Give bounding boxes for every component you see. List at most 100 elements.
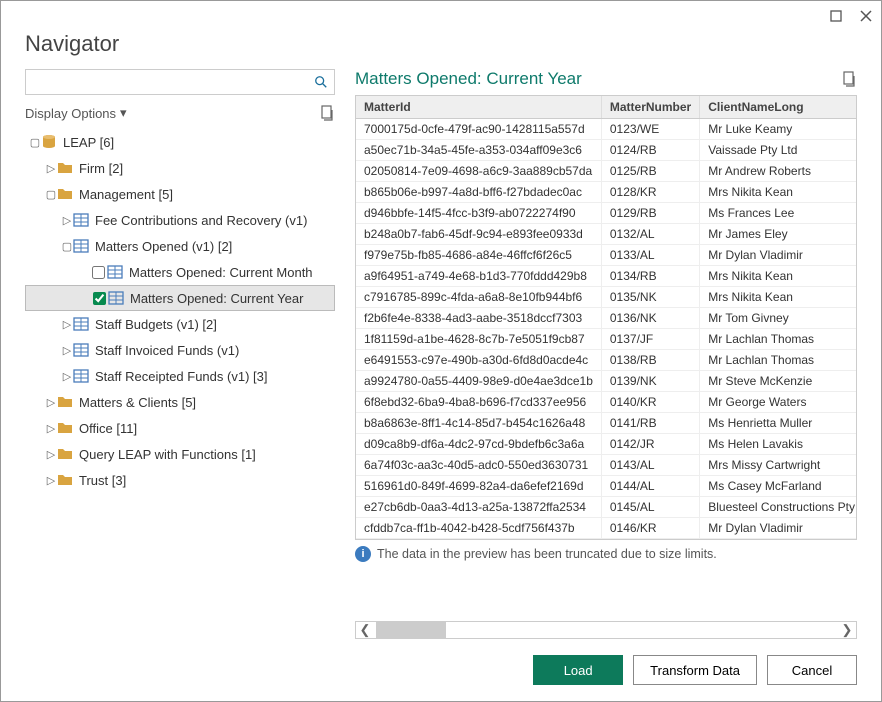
- chevron-right-icon[interactable]: ▷: [45, 396, 57, 409]
- tree-node-staff-receipted[interactable]: ▷ Staff Receipted Funds (v1) [3]: [25, 363, 335, 389]
- tree-node-trust[interactable]: ▷ Trust [3]: [25, 467, 335, 493]
- chevron-right-icon[interactable]: ▷: [61, 344, 73, 357]
- close-icon[interactable]: [859, 9, 873, 23]
- table-row[interactable]: d09ca8b9-df6a-4dc2-97cd-9bdefb6c3a6a0142…: [356, 434, 857, 455]
- preview-table[interactable]: MatterIdMatterNumberClientNameLong 70001…: [356, 96, 857, 539]
- table-cell: d946bbfe-14f5-4fcc-b3f9-ab0722274f90: [356, 203, 601, 224]
- tree-label: Matters Opened: Current Month: [129, 265, 313, 280]
- table-row[interactable]: e6491553-c97e-490b-a30d-6fd8d0acde4c0138…: [356, 350, 857, 371]
- table-cell: Mr George Waters: [700, 392, 857, 413]
- table-row[interactable]: f979e75b-fb85-4686-a84e-46ffcf6f26c50133…: [356, 245, 857, 266]
- navigator-tree[interactable]: ▢ LEAP [6] ▷ Firm [2] ▢ Management [5]: [25, 129, 335, 639]
- refresh-icon[interactable]: [319, 105, 335, 121]
- tree-node-mo-current-month[interactable]: Matters Opened: Current Month: [25, 259, 335, 285]
- table-cell: 02050814-7e09-4698-a6c9-3aa889cb57da: [356, 161, 601, 182]
- search-icon[interactable]: [314, 75, 328, 89]
- search-input-wrapper[interactable]: [25, 69, 335, 95]
- table-row[interactable]: e27cb6db-0aa3-4d13-a25a-13872ffa25340145…: [356, 497, 857, 518]
- table-row[interactable]: a50ec71b-34a5-45fe-a353-034aff09e3c60124…: [356, 140, 857, 161]
- chevron-down-icon[interactable]: ▢: [29, 136, 41, 149]
- table-cell: 0138/RB: [601, 350, 699, 371]
- column-header[interactable]: ClientNameLong: [700, 96, 857, 119]
- scrollbar-thumb[interactable]: [376, 622, 446, 638]
- table-row[interactable]: 6a74f03c-aa3c-40d5-adc0-550ed36307310143…: [356, 455, 857, 476]
- table-cell: 0134/RB: [601, 266, 699, 287]
- cancel-button[interactable]: Cancel: [767, 655, 857, 685]
- column-header[interactable]: MatterNumber: [601, 96, 699, 119]
- table-row[interactable]: b248a0b7-fab6-45df-9c94-e893fee0933d0132…: [356, 224, 857, 245]
- tree-node-fee-contributions[interactable]: ▷ Fee Contributions and Recovery (v1): [25, 207, 335, 233]
- table-cell: 1f81159d-a1be-4628-8c7b-7e5051f9cb87: [356, 329, 601, 350]
- load-button[interactable]: Load: [533, 655, 623, 685]
- chevron-right-icon[interactable]: ▷: [45, 474, 57, 487]
- table-row[interactable]: 516961d0-849f-4699-82a4-da6efef2169d0144…: [356, 476, 857, 497]
- chevron-down-icon[interactable]: ▢: [45, 188, 57, 201]
- search-input[interactable]: [32, 74, 314, 91]
- scroll-right-icon[interactable]: ❯: [838, 622, 856, 638]
- info-icon: i: [355, 546, 371, 562]
- table-row[interactable]: c7916785-899c-4fda-a6a8-8e10fb944bf60135…: [356, 287, 857, 308]
- table-cell: 0139/NK: [601, 371, 699, 392]
- preview-options-icon[interactable]: [841, 71, 857, 87]
- tree-node-staff-invoiced[interactable]: ▷ Staff Invoiced Funds (v1): [25, 337, 335, 363]
- tree-node-office[interactable]: ▷ Office [11]: [25, 415, 335, 441]
- folder-icon: [57, 472, 73, 488]
- table-row[interactable]: 02050814-7e09-4698-a6c9-3aa889cb57da0125…: [356, 161, 857, 182]
- tree-node-query-leap[interactable]: ▷ Query LEAP with Functions [1]: [25, 441, 335, 467]
- tree-node-mo-current-year[interactable]: Matters Opened: Current Year: [25, 285, 335, 311]
- tree-node-staff-budgets[interactable]: ▷ Staff Budgets (v1) [2]: [25, 311, 335, 337]
- display-options-dropdown[interactable]: Display Options ▾: [25, 105, 127, 121]
- tree-label: Trust [3]: [79, 473, 126, 488]
- table-cell: 0144/AL: [601, 476, 699, 497]
- tree-label: LEAP [6]: [63, 135, 114, 150]
- table-cell: 0136/NK: [601, 308, 699, 329]
- tree-node-matters-opened[interactable]: ▢ Matters Opened (v1) [2]: [25, 233, 335, 259]
- table-cell: 0142/JR: [601, 434, 699, 455]
- table-cell: Bluesteel Constructions Pty Ltd: [700, 497, 857, 518]
- checkbox-mo-current-month[interactable]: [92, 266, 105, 279]
- chevron-right-icon[interactable]: ▷: [61, 370, 73, 383]
- table-cell: 0146/KR: [601, 518, 699, 539]
- chevron-down-icon[interactable]: ▢: [61, 240, 73, 253]
- table-cell: Mr Tom Givney: [700, 308, 857, 329]
- table-row[interactable]: f2b6fe4e-8338-4ad3-aabe-3518dccf73030136…: [356, 308, 857, 329]
- database-icon: [41, 134, 57, 150]
- table-row[interactable]: 7000175d-0cfe-479f-ac90-1428115a557d0123…: [356, 119, 857, 140]
- tree-node-matters-clients[interactable]: ▷ Matters & Clients [5]: [25, 389, 335, 415]
- transform-data-button[interactable]: Transform Data: [633, 655, 757, 685]
- chevron-right-icon[interactable]: ▷: [45, 162, 57, 175]
- table-row[interactable]: cfddb7ca-ff1b-4042-b428-5cdf756f437b0146…: [356, 518, 857, 539]
- table-row[interactable]: a9924780-0a55-4409-98e9-d0e4ae3dce1b0139…: [356, 371, 857, 392]
- table-row[interactable]: b865b06e-b997-4a8d-bff6-f27bdadec0ac0128…: [356, 182, 857, 203]
- tree-label: Matters & Clients [5]: [79, 395, 196, 410]
- chevron-right-icon[interactable]: ▷: [45, 422, 57, 435]
- tree-label: Office [11]: [79, 421, 137, 436]
- table-cell: Ms Helen Lavakis: [700, 434, 857, 455]
- folder-icon: [57, 420, 73, 436]
- table-cell: a50ec71b-34a5-45fe-a353-034aff09e3c6: [356, 140, 601, 161]
- table-row[interactable]: b8a6863e-8ff1-4c14-85d7-b454c1626a480141…: [356, 413, 857, 434]
- table-row[interactable]: d946bbfe-14f5-4fcc-b3f9-ab0722274f900129…: [356, 203, 857, 224]
- tree-node-management[interactable]: ▢ Management [5]: [25, 181, 335, 207]
- chevron-right-icon[interactable]: ▷: [61, 214, 73, 227]
- table-row[interactable]: 1f81159d-a1be-4628-8c7b-7e5051f9cb870137…: [356, 329, 857, 350]
- chevron-right-icon[interactable]: ▷: [61, 318, 73, 331]
- restore-icon[interactable]: [829, 9, 843, 23]
- scroll-left-icon[interactable]: ❮: [356, 622, 374, 638]
- tree-node-leap[interactable]: ▢ LEAP [6]: [25, 129, 335, 155]
- table-row[interactable]: 6f8ebd32-6ba9-4ba8-b696-f7cd337ee9560140…: [356, 392, 857, 413]
- column-header[interactable]: MatterId: [356, 96, 601, 119]
- table-cell: Mr Dylan Vladimir: [700, 245, 857, 266]
- table-cell: f2b6fe4e-8338-4ad3-aabe-3518dccf7303: [356, 308, 601, 329]
- tree-node-firm[interactable]: ▷ Firm [2]: [25, 155, 335, 181]
- table-cell: 0143/AL: [601, 455, 699, 476]
- horizontal-scrollbar[interactable]: ❮ ❯: [355, 621, 857, 639]
- table-cell: a9f64951-a749-4e68-b1d3-770fddd429b8: [356, 266, 601, 287]
- table-row[interactable]: a9f64951-a749-4e68-b1d3-770fddd429b80134…: [356, 266, 857, 287]
- folder-icon: [57, 186, 73, 202]
- table-cell: Ms Casey McFarland: [700, 476, 857, 497]
- chevron-right-icon[interactable]: ▷: [45, 448, 57, 461]
- table-icon: [73, 212, 89, 228]
- checkbox-mo-current-year[interactable]: [93, 292, 106, 305]
- table-cell: Vaissade Pty Ltd: [700, 140, 857, 161]
